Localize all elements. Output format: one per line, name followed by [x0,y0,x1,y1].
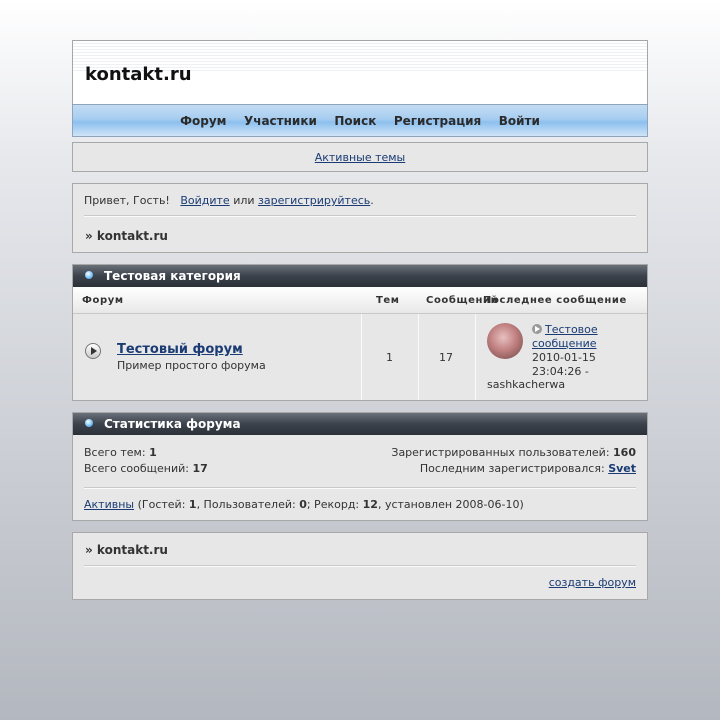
breadcrumb: » kontakt.ru [85,229,168,243]
site-title: kontakt.ru [85,64,192,85]
last-post-link-2[interactable]: сообщение [532,337,597,350]
category-header: Тестовая категория [73,265,647,287]
record-date: , установлен 2008-06-10) [377,498,524,511]
guests-value: 1 [188,498,197,511]
category-section: Тестовая категория Форум Тем Сообщений П… [72,264,648,401]
forum-status-icon [85,343,101,359]
nav-login[interactable]: Войти [499,114,540,128]
category-title: Тестовая категория [104,269,241,283]
guests-label: (Гостей: [137,498,186,511]
last-post-date: 2010-01-15 [532,351,596,364]
registered-users-value: 160 [613,446,636,459]
nav-search[interactable]: Поиск [334,114,376,128]
footer-box: » kontakt.ru создать форум [72,532,648,600]
online-line: Активны (Гостей: 1, Пользователей: 0; Ре… [84,498,524,511]
avatar[interactable] [487,323,523,359]
bullet-icon [85,419,93,427]
active-users-link[interactable]: Активны [84,498,134,511]
total-posts-value: 17 [192,462,208,475]
users-online-label: , Пользователей: [196,498,296,511]
column-divider [475,314,476,400]
col-forum-header: Форум [82,295,124,306]
last-registered-user-link[interactable]: Svet [608,462,636,475]
period-text: . [370,194,374,207]
divider [84,215,636,217]
breadcrumb: » kontakt.ru [85,543,168,557]
divider [84,487,636,489]
total-topics: Всего тем: 1 [84,446,157,459]
table-header: Форум Тем Сообщений Последнее сообщение [73,287,647,314]
greeting-text: Привет, Гость! [84,194,170,207]
last-post-author: sashkacherwa [487,378,566,391]
registered-users: Зарегистрированных пользователей: 160 [391,446,636,459]
or-text: или [233,194,255,207]
main-nav: Форум Участники Поиск Регистрация Войти [72,104,648,137]
stats-section: Статистика форума Всего тем: 1 Всего соо… [72,412,648,521]
welcome-box: Привет, Гость! Войдите или зарегистрируй… [72,183,648,253]
registered-users-label: Зарегистрированных пользователей: [391,446,610,459]
table-row: Тестовый форум Пример простого форума 1 … [73,314,647,400]
last-registered: Последним зарегистрировался: Svet [420,462,636,475]
site-header: kontakt.ru [72,40,648,104]
last-post-time: 23:04:26 - [532,365,589,378]
users-online-value: 0 [299,498,307,511]
login-link[interactable]: Войдите [180,194,229,207]
topics-count: 1 [386,351,393,364]
stats-header: Статистика форума [73,413,647,435]
nav-members[interactable]: Участники [244,114,317,128]
forum-title-link[interactable]: Тестовый форум [117,342,243,357]
total-topics-value: 1 [149,446,157,459]
active-topics-link[interactable]: Активные темы [315,151,406,164]
stats-title: Статистика форума [104,417,241,431]
record-label: ; Рекорд: [306,498,360,511]
column-divider [361,314,362,400]
col-last-header: Последнее сообщение [483,295,627,306]
welcome-line: Привет, Гость! Войдите или зарегистрируй… [84,194,374,207]
last-post-info: Тестовое сообщение 2010-01-15 23:04:26 - [532,323,637,379]
active-topics-bar: Активные темы [72,142,648,172]
nav-register[interactable]: Регистрация [394,114,481,128]
posts-count: 17 [439,351,453,364]
last-registered-label: Последним зарегистрировался: [419,462,605,475]
forum-description: Пример простого форума [117,359,266,372]
total-topics-label: Всего тем: [84,446,146,459]
last-post-link-1[interactable]: Тестовое [545,323,598,336]
record-value: 12 [362,498,378,511]
divider [84,565,636,567]
column-divider [418,314,419,400]
go-to-post-icon[interactable] [532,324,542,334]
bullet-icon [85,271,93,279]
register-link[interactable]: зарегистрируйтесь [258,194,370,207]
col-topics-header: Тем [376,295,400,306]
total-posts: Всего сообщений: 17 [84,462,208,475]
total-posts-label: Всего сообщений: [84,462,189,475]
create-forum-link[interactable]: создать форум [549,576,636,589]
nav-forum[interactable]: Форум [180,114,226,128]
